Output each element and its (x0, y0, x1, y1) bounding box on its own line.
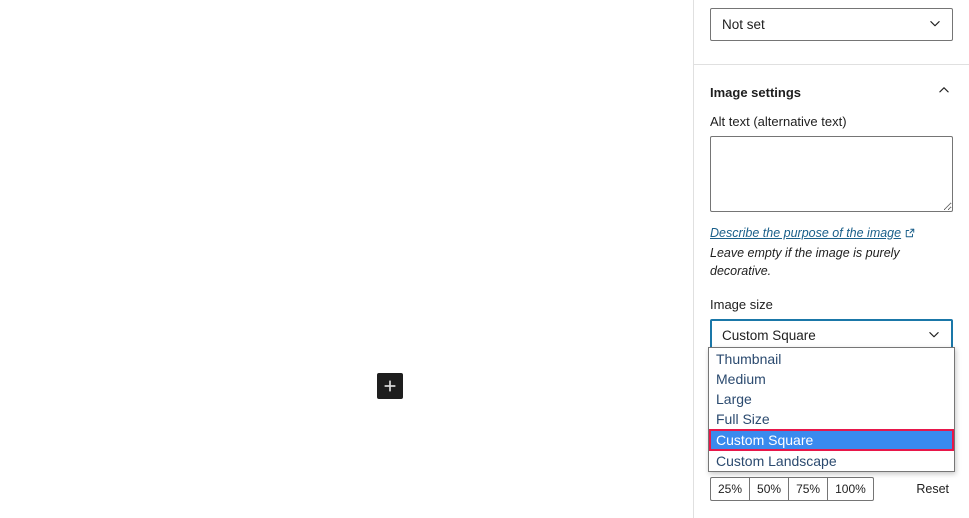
dropdown-option[interactable]: Custom Landscape (709, 451, 954, 471)
describe-image-link[interactable]: Describe the purpose of the image (710, 226, 901, 240)
chevron-down-icon (926, 14, 944, 35)
link-to-select-value: Not set (722, 17, 765, 32)
external-link-icon (904, 227, 916, 245)
alt-text-help: Describe the purpose of the image Leave … (710, 225, 953, 280)
chevron-down-icon (925, 325, 943, 346)
dropdown-option[interactable]: Full Size (709, 409, 954, 429)
editor-root: Not set Image settings Alt text (alterna… (0, 0, 969, 518)
image-settings-header[interactable]: Image settings (694, 65, 969, 114)
image-size-label: Image size (710, 297, 773, 313)
alt-text-input[interactable] (710, 136, 953, 212)
scale-button[interactable]: 75% (788, 477, 828, 501)
image-scale-row: 25% 50% 75% 100% Reset (710, 477, 953, 501)
dropdown-option[interactable]: Thumbnail (709, 349, 954, 369)
dropdown-option[interactable]: Large (709, 389, 954, 409)
dropdown-option[interactable]: Medium (709, 369, 954, 389)
settings-sidebar: Not set Image settings Alt text (alterna… (693, 0, 969, 518)
image-size-select-value: Custom Square (722, 328, 816, 344)
editor-canvas (0, 0, 693, 518)
reset-button[interactable]: Reset (912, 482, 953, 496)
link-to-select[interactable]: Not set (710, 8, 953, 41)
block-inserter-button[interactable] (377, 373, 403, 399)
dropdown-option[interactable]: Custom Square (709, 429, 954, 451)
image-size-dropdown-list[interactable]: Thumbnail Medium Large Full Size Custom Squa… (708, 347, 955, 472)
scale-button[interactable]: 25% (710, 477, 750, 501)
chevron-up-icon (935, 81, 953, 104)
image-size-field: Image size Custom Square (694, 297, 969, 353)
top-select-row: Not set (694, 0, 969, 41)
scale-button[interactable]: 50% (749, 477, 789, 501)
alt-text-label: Alt text (alternative text) (710, 114, 847, 129)
scale-button[interactable]: 100% (827, 477, 874, 501)
scale-button-group: 25% 50% 75% 100% (710, 477, 874, 501)
alt-text-help-rest: Leave empty if the image is purely decor… (710, 245, 900, 278)
image-settings-title: Image settings (710, 85, 802, 100)
plus-icon (382, 378, 398, 394)
alt-text-field: Alt text (alternative text) Describe the… (694, 114, 969, 280)
